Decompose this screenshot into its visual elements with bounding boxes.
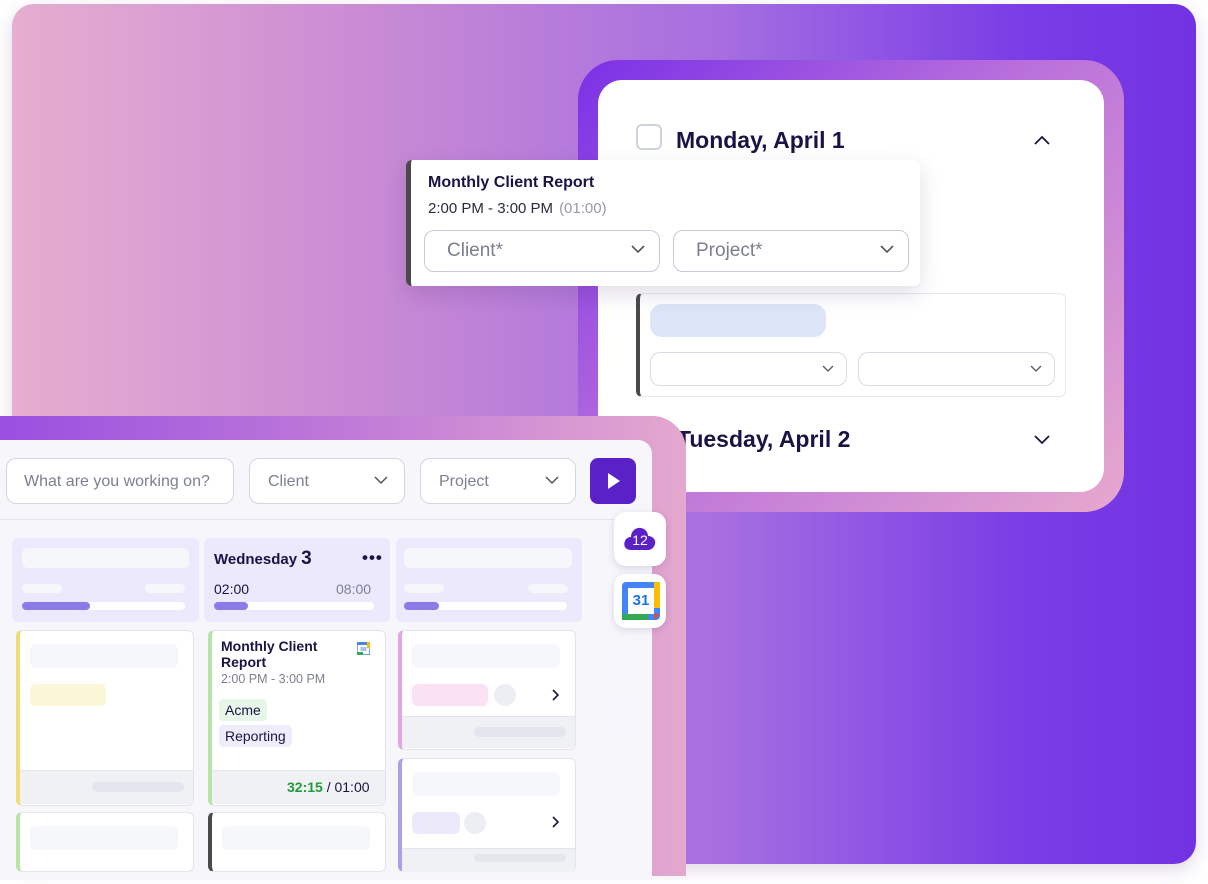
cloud-sync-button[interactable]: 12 <box>614 512 666 566</box>
event-time-range: 2:00 PM - 3:00 PM <box>428 200 554 217</box>
entry-title: Monthly Client Report <box>221 638 318 670</box>
entry-time-ratio: 32:15 / 01:00 <box>287 779 370 795</box>
description-input[interactable]: What are you working on? <box>6 458 234 504</box>
day-title-monday: Monday, April 1 <box>676 127 845 153</box>
project-tag[interactable]: Reporting <box>219 725 292 747</box>
skeleton-line <box>30 644 178 668</box>
skeleton-avatar <box>464 812 486 834</box>
skeleton-tag <box>30 684 106 706</box>
chevron-down-icon <box>545 476 559 485</box>
chevron-up-icon[interactable] <box>1031 130 1053 152</box>
skeleton-header-line <box>22 584 62 593</box>
progress-fill <box>22 602 90 610</box>
skeleton-tag <box>412 684 488 706</box>
day-number: 3 <box>301 548 312 569</box>
google-calendar-button[interactable]: 31 <box>614 574 666 628</box>
chevron-down-icon <box>1030 365 1042 373</box>
skeleton-title <box>650 304 826 337</box>
play-icon <box>608 473 620 489</box>
chevron-down-icon <box>822 365 834 373</box>
toolbar-client-dropdown[interactable]: Client <box>249 458 405 504</box>
toolbar-project-label: Project <box>439 473 489 490</box>
skeleton-project-dropdown[interactable] <box>858 352 1055 386</box>
client-tag[interactable]: Acme <box>219 699 267 721</box>
more-menu-icon[interactable]: ••• <box>362 548 383 568</box>
skeleton-header-line <box>404 548 572 568</box>
skeleton-header-line <box>145 584 185 593</box>
chevron-right-icon[interactable] <box>552 689 560 701</box>
event-title: Monthly Client Report <box>428 174 595 191</box>
elapsed-time: 32:15 <box>287 779 323 795</box>
day-name: Wednesday <box>214 551 298 568</box>
skeleton-line <box>474 854 566 862</box>
skeleton-line <box>412 644 560 668</box>
event-duration: (01:00) <box>559 200 607 217</box>
skeleton-header-line <box>404 584 444 593</box>
skeleton-client-dropdown[interactable] <box>650 352 847 386</box>
ghost-button <box>610 648 640 682</box>
skeleton-line <box>474 727 566 737</box>
skeleton-line <box>222 826 370 850</box>
google-calendar-icon <box>357 642 370 655</box>
skeleton-line <box>92 782 184 792</box>
project-dropdown-label: Project* <box>696 240 763 261</box>
chevron-right-icon[interactable] <box>552 816 560 828</box>
project-dropdown[interactable]: Project* <box>673 230 909 272</box>
event-time: 2:00 PM - 3:00 PM (01:00) <box>428 200 607 217</box>
skeleton-header-line <box>528 584 568 593</box>
ghost-button <box>610 698 640 732</box>
skeleton-line <box>30 826 178 850</box>
progress-fill <box>404 602 439 610</box>
planned-total: 08:00 <box>336 581 372 597</box>
progress-fill <box>214 602 248 610</box>
day-title-tuesday: Tuesday, April 2 <box>677 426 851 452</box>
chevron-down-icon[interactable] <box>1031 428 1053 450</box>
planned-time: 01:00 <box>334 779 370 795</box>
toolbar-divider <box>0 519 652 520</box>
skeleton-line <box>412 772 560 796</box>
skeleton-header-line <box>22 548 189 568</box>
calendar-day-number: 31 <box>632 592 650 609</box>
chevron-down-icon <box>374 476 388 485</box>
toolbar-client-label: Client <box>268 473 309 490</box>
skeleton-avatar <box>494 684 516 706</box>
toolbar-project-dropdown[interactable]: Project <box>420 458 576 504</box>
tracked-total: 02:00 <box>214 581 250 597</box>
day-checkbox[interactable] <box>636 124 662 150</box>
wednesday-title: Wednesday 3 <box>214 548 312 570</box>
skeleton-tag <box>412 812 460 834</box>
time-separator: / <box>326 779 331 795</box>
chevron-down-icon <box>631 245 645 254</box>
entry-time: 2:00 PM - 3:00 PM <box>221 672 326 686</box>
client-dropdown[interactable]: Client* <box>424 230 660 272</box>
cloud-badge: 12 <box>632 532 648 548</box>
chevron-down-icon <box>880 245 894 254</box>
start-timer-button[interactable] <box>590 458 636 504</box>
client-dropdown-label: Client* <box>447 240 503 261</box>
event-popup-card[interactable]: Monthly Client Report 2:00 PM - 3:00 PM (… <box>406 160 920 286</box>
